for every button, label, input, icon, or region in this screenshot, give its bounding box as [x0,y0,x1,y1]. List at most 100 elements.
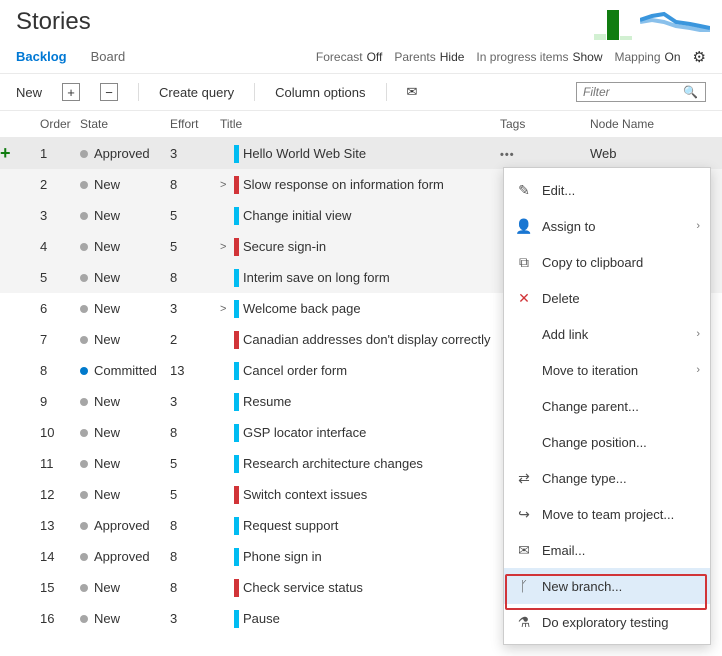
title-cell[interactable]: GSP locator interface [220,424,500,442]
state-cell: New [80,425,170,440]
tab-board[interactable]: Board [91,40,126,74]
mail-icon[interactable]: ✉ [407,84,418,100]
new-button[interactable]: New [16,85,42,100]
menu-email[interactable]: ✉Email... [504,532,710,568]
order-cell: 13 [40,518,80,533]
search-icon: 🔍 [683,85,698,99]
gear-icon[interactable]: ⚙ [693,48,706,66]
title-cell[interactable]: Research architecture changes [220,455,500,473]
state-cell: New [80,456,170,471]
toggle-mapping[interactable]: Mapping On [615,50,681,64]
type-color-icon [234,610,239,628]
menu-change-parent[interactable]: Change parent... [504,388,710,424]
effort-cell: 8 [170,549,220,564]
state-dot-icon [80,522,88,530]
title-cell[interactable]: >Secure sign-in [220,238,500,256]
effort-cell: 8 [170,425,220,440]
row-actions-icon[interactable]: ••• [500,149,515,161]
title-cell[interactable]: Pause [220,610,500,628]
menu-add-link[interactable]: Add link› [504,316,710,352]
effort-cell: 2 [170,332,220,347]
title-cell[interactable]: Request support [220,517,500,535]
menu-move-team-project[interactable]: ↪Move to team project... [504,496,710,532]
type-color-icon [234,331,239,349]
state-cell: Approved [80,518,170,533]
pencil-icon: ✎ [516,182,532,199]
title-cell[interactable]: Phone sign in [220,548,500,566]
add-icon[interactable]: + [62,83,80,101]
order-cell: 5 [40,270,80,285]
state-dot-icon [80,274,88,282]
title-cell[interactable]: Interim save on long form [220,269,500,287]
menu-delete[interactable]: ✕Delete [504,280,710,316]
state-cell: New [80,208,170,223]
title-cell[interactable]: Cancel order form [220,362,500,380]
title-cell[interactable]: Hello World Web Site [220,145,500,163]
type-color-icon [234,393,239,411]
menu-edit[interactable]: ✎Edit... [504,172,710,208]
state-dot-icon [80,336,88,344]
menu-move-iteration[interactable]: Move to iteration› [504,352,710,388]
type-color-icon [234,455,239,473]
title-cell[interactable]: >Welcome back page [220,300,500,318]
title-cell[interactable]: Switch context issues [220,486,500,504]
tab-backlog[interactable]: Backlog [16,40,67,74]
effort-cell: 3 [170,146,220,161]
state-dot-icon [80,243,88,251]
state-cell: New [80,332,170,347]
effort-cell: 8 [170,518,220,533]
order-cell: 10 [40,425,80,440]
context-menu: ✎Edit... 👤Assign to› ⧉Copy to clipboard … [503,167,711,645]
filter-input[interactable] [583,85,683,99]
order-cell: 11 [40,456,80,471]
title-cell[interactable]: Canadian addresses don't display correct… [220,331,500,349]
menu-assign-to[interactable]: 👤Assign to› [504,208,710,244]
tags-cell: ••• [500,146,590,161]
filter-box[interactable]: 🔍 [576,82,706,102]
state-dot-icon [80,212,88,220]
chevron-right-icon[interactable]: > [220,179,230,191]
toggle-parents[interactable]: Parents Hide [394,50,464,64]
sparkline-bars [594,0,632,40]
column-options-button[interactable]: Column options [275,85,365,100]
type-color-icon [234,486,239,504]
order-cell: 2 [40,177,80,192]
state-dot-icon [80,429,88,437]
add-item-icon[interactable]: + [0,143,11,163]
separator [386,83,387,101]
state-dot-icon [80,181,88,189]
effort-cell: 13 [170,363,220,378]
chevron-right-icon[interactable]: > [220,303,230,315]
state-dot-icon [80,305,88,313]
title-cell[interactable]: >Slow response on information form [220,176,500,194]
type-color-icon [234,424,239,442]
title-cell[interactable]: Resume [220,393,500,411]
menu-exploratory[interactable]: ⚗Do exploratory testing [504,604,710,640]
menu-change-position[interactable]: Change position... [504,424,710,460]
effort-cell: 5 [170,456,220,471]
effort-cell: 8 [170,270,220,285]
title-cell[interactable]: Change initial view [220,207,500,225]
menu-new-branch[interactable]: ᚴNew branch... [504,568,710,604]
menu-copy-clipboard[interactable]: ⧉Copy to clipboard [504,244,710,280]
title-cell[interactable]: Check service status [220,579,500,597]
create-query-button[interactable]: Create query [159,85,234,100]
remove-icon[interactable]: − [100,83,118,101]
effort-cell: 3 [170,394,220,409]
type-color-icon [234,176,239,194]
order-cell: 6 [40,301,80,316]
order-cell: 3 [40,208,80,223]
state-dot-icon [80,367,88,375]
delete-icon: ✕ [516,290,532,307]
state-cell: New [80,177,170,192]
table-row[interactable]: +1Approved3Hello World Web Site•••Web [0,138,722,169]
order-cell: 1 [40,146,80,161]
burndown-sparkline [640,0,710,40]
order-cell: 8 [40,363,80,378]
type-color-icon [234,548,239,566]
toggle-forecast[interactable]: Forecast Off [316,50,382,64]
toggle-progress[interactable]: In progress items Show [476,50,602,64]
chevron-right-icon[interactable]: > [220,241,230,253]
menu-change-type[interactable]: ⇄Change type... [504,460,710,496]
separator [138,83,139,101]
